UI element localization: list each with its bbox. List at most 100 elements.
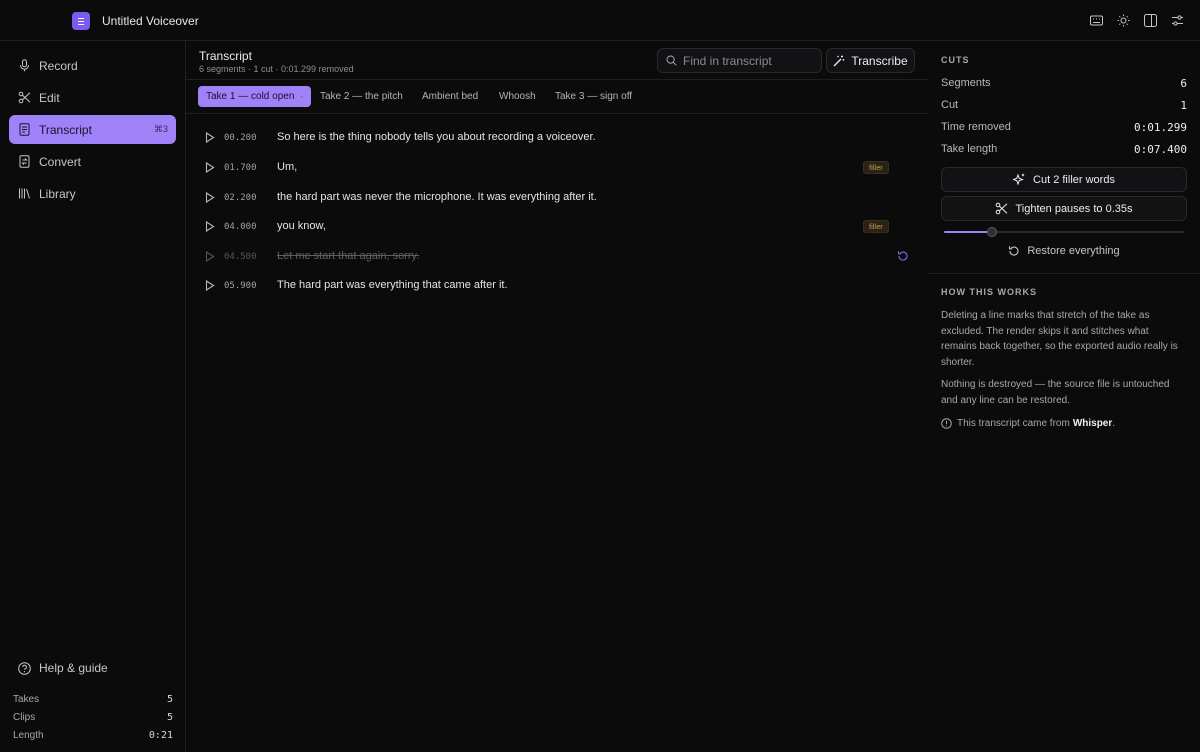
tab-label: Whoosh	[499, 91, 536, 102]
transcript-summary: 6 segments · 1 cut · 0:01.299 removed	[199, 64, 354, 74]
segment-time: 01.700	[224, 163, 257, 173]
stat-value: 0:21	[148, 729, 173, 741]
play-icon[interactable]	[205, 132, 215, 143]
source-prefix: This transcript came from	[957, 418, 1070, 429]
transcript-source: This transcript came from Whisper.	[941, 418, 1115, 429]
stat-value: 0:07.400	[1134, 142, 1187, 156]
cuts-panel: CUTS Segments 6 Cut 1 Time removed 0:01.299…	[929, 41, 1200, 752]
stat-take-length: Take length 0:07.400	[941, 139, 1187, 159]
take-tabs: Take 1 — cold open · Take 2 — the pitch A…	[186, 80, 929, 114]
sidebar-icon[interactable]	[1140, 10, 1161, 31]
segment-time: 05.900	[224, 281, 257, 291]
sidebar-item-label: Convert	[39, 154, 82, 169]
cut-filler-label: Cut 2 filler words	[1033, 173, 1115, 186]
stat-label: Length	[13, 729, 44, 741]
stat-label: Cut	[941, 99, 959, 111]
source-suffix: .	[1112, 418, 1116, 429]
shortcut-badge: ⌘3	[153, 124, 168, 134]
restore-icon[interactable]	[897, 250, 909, 262]
tab-take-1[interactable]: Take 1 — cold open ·	[198, 86, 312, 107]
magic-wand-icon	[833, 55, 845, 66]
stat-clips: Clips 5	[13, 708, 173, 726]
sparkle-icon	[1013, 173, 1025, 186]
tighten-label: Tighten pauses to 0.35s	[1015, 202, 1133, 215]
top-bar: Untitled Voiceover	[0, 0, 1200, 41]
tab-take-2[interactable]: Take 2 — the pitch	[312, 86, 411, 107]
tighten-pauses-button[interactable]: Tighten pauses to 0.35s	[941, 196, 1187, 221]
sun-icon[interactable]	[1113, 10, 1134, 31]
segment-text[interactable]: So here is the thing nobody tells you ab…	[277, 131, 596, 143]
sidebar-item-record[interactable]: Record	[9, 51, 176, 80]
play-icon[interactable]	[205, 221, 215, 232]
panel-divider	[929, 273, 1200, 274]
segment-text[interactable]: The hard part was everything that came a…	[277, 279, 508, 291]
help-icon	[18, 661, 31, 675]
stat-value: 6	[1180, 76, 1187, 90]
stat-value: 0:01.299	[1134, 120, 1187, 134]
pause-slider[interactable]	[944, 227, 1184, 237]
segment-row[interactable]: 05.900 The hard part was everything that…	[186, 272, 929, 302]
tab-label: Take 1 — cold open	[206, 91, 295, 102]
page-title: Transcript	[199, 49, 252, 63]
sidebar-item-edit[interactable]: Edit	[9, 83, 176, 112]
stat-takes: Takes 5	[13, 690, 173, 708]
keyboard-icon[interactable]	[1086, 10, 1107, 31]
app-title: Untitled Voiceover	[102, 14, 199, 28]
tab-take-3[interactable]: Take 3 — sign off	[547, 86, 640, 107]
restore-label: Restore everything	[1027, 245, 1120, 257]
stat-label: Segments	[941, 77, 991, 89]
search-input[interactable]	[683, 53, 813, 68]
restore-icon	[1009, 246, 1019, 256]
cuts-title: CUTS	[941, 55, 970, 65]
play-icon[interactable]	[205, 162, 215, 173]
stat-label: Take length	[941, 143, 998, 155]
search-box	[657, 48, 822, 73]
segment-text[interactable]: Let me start that again, sorry.	[277, 250, 419, 262]
segment-text[interactable]: Um,	[277, 161, 297, 173]
stat-label: Time removed	[941, 121, 1011, 133]
sidebar: Record Edit Transcript ⌘3 Convert Librar…	[0, 41, 186, 752]
document-icon	[19, 123, 30, 136]
slider-handle[interactable]	[987, 227, 997, 237]
mic-icon	[20, 59, 29, 72]
tab-ambient-bed[interactable]: Ambient bed	[414, 86, 486, 107]
sliders-icon[interactable]	[1167, 10, 1188, 31]
tab-label: Take 3 — sign off	[555, 91, 633, 102]
play-icon[interactable]	[205, 192, 215, 203]
how-paragraph-2: Nothing is destroyed — the source file i…	[941, 379, 1170, 406]
segment-text[interactable]: the hard part was never the microphone. …	[277, 191, 597, 203]
segment-row-cut[interactable]: 04.500 Let me start that again, sorry.	[186, 243, 929, 273]
tab-label: Ambient bed	[422, 91, 479, 102]
tab-dot: ·	[300, 92, 304, 101]
segment-row[interactable]: 04.000 you know, filler	[186, 213, 929, 243]
sidebar-item-transcript[interactable]: Transcript ⌘3	[9, 115, 176, 144]
transcript-header: Transcript 6 segments · 1 cut · 0:01.299…	[186, 41, 929, 80]
filler-badge: filler	[863, 220, 889, 233]
sidebar-item-label: Record	[39, 58, 78, 73]
stat-value: 1	[1180, 98, 1187, 112]
transcribe-button[interactable]: Transcribe	[826, 48, 915, 73]
play-icon[interactable]	[205, 251, 215, 262]
segment-time: 02.200	[224, 193, 257, 203]
how-title: HOW THIS WORKS	[941, 287, 1037, 297]
stat-time-removed: Time removed 0:01.299	[941, 117, 1187, 137]
tab-whoosh[interactable]: Whoosh	[491, 86, 544, 107]
segment-time: 04.500	[224, 252, 257, 262]
stat-value: 5	[166, 693, 173, 705]
stat-label: Clips	[13, 711, 36, 723]
cut-filler-words-button[interactable]: Cut 2 filler words	[941, 167, 1187, 192]
scissors-icon	[18, 91, 31, 104]
source-name: Whisper	[1072, 418, 1113, 429]
play-icon[interactable]	[205, 280, 215, 291]
segment-row[interactable]: 02.200 the hard part was never the micro…	[186, 184, 929, 214]
help-guide-link[interactable]: Help & guide	[18, 661, 108, 675]
sidebar-item-library[interactable]: Library	[9, 179, 176, 208]
segment-text[interactable]: you know,	[277, 220, 326, 232]
sidebar-nav: Record Edit Transcript ⌘3 Convert Librar…	[9, 51, 176, 211]
sidebar-item-convert[interactable]: Convert	[9, 147, 176, 176]
segment-row[interactable]: 00.200 So here is the thing nobody tells…	[186, 124, 929, 154]
slider-fill	[944, 231, 992, 233]
segment-row[interactable]: 01.700 Um, filler	[186, 154, 929, 184]
search-icon	[666, 55, 677, 66]
restore-everything-button[interactable]: Restore everything	[941, 241, 1187, 261]
